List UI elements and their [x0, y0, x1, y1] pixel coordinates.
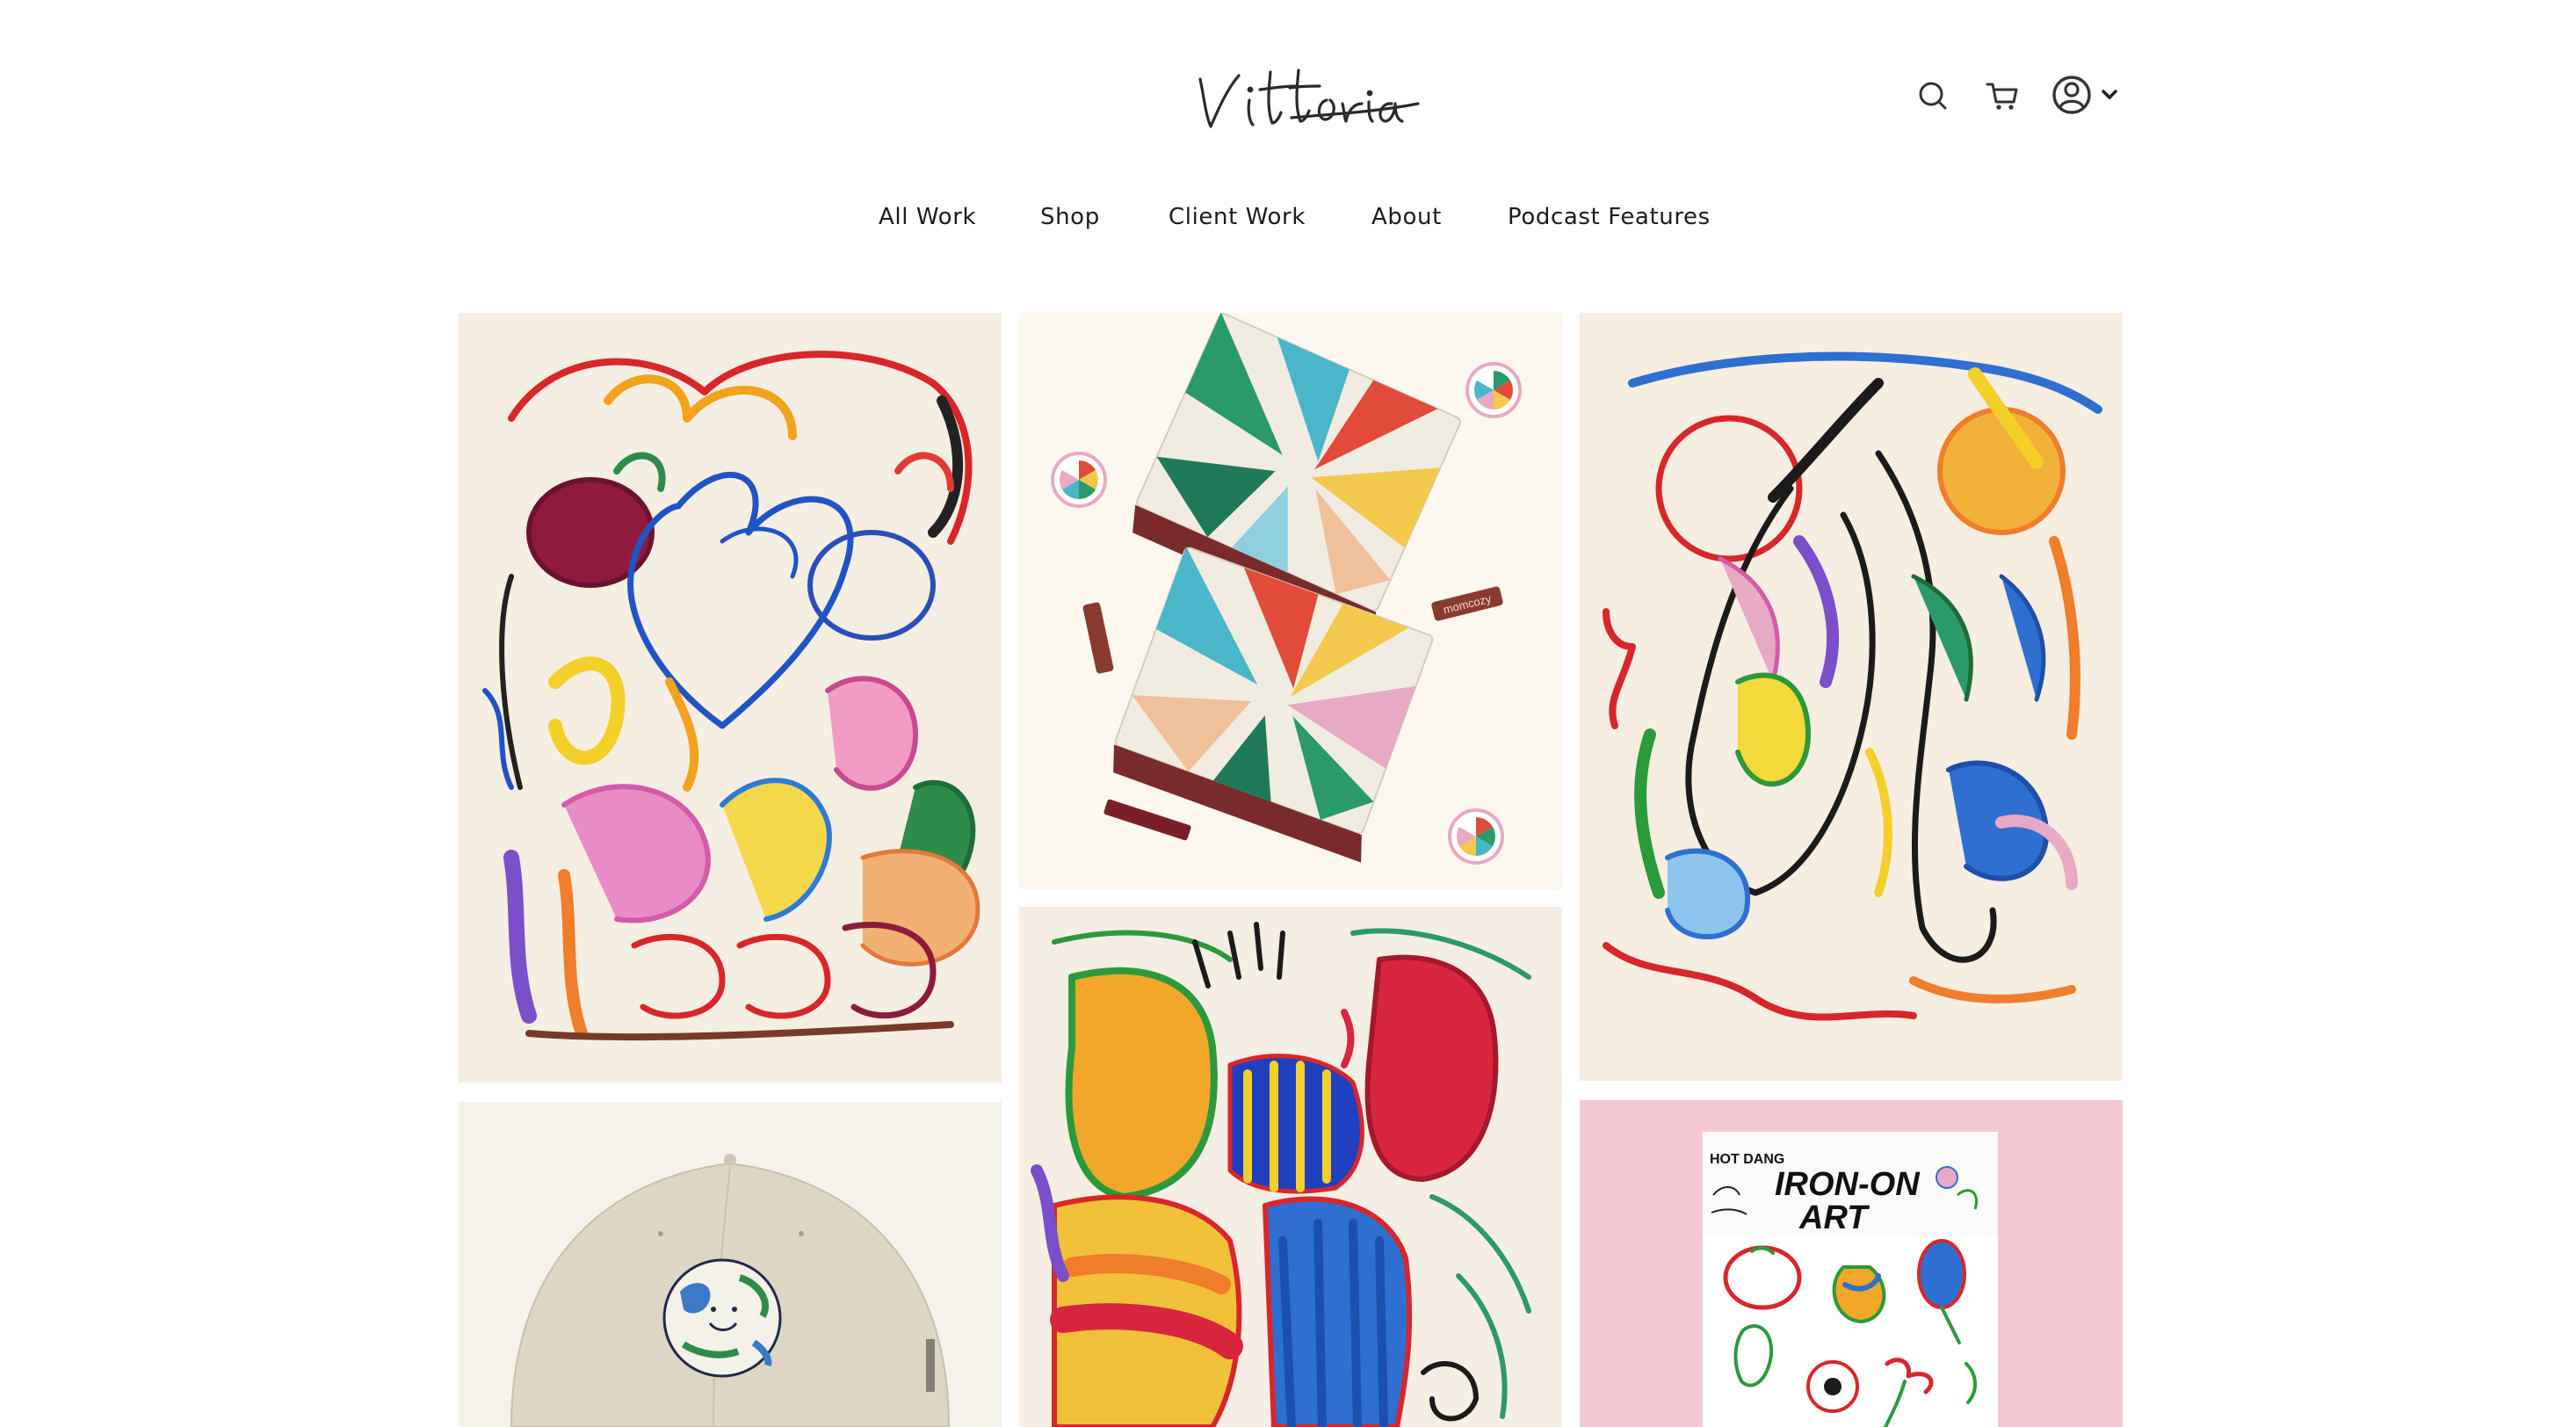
- artwork-tile-crayon-heart[interactable]: [459, 313, 1002, 1083]
- nav-item-all-work[interactable]: All Work: [879, 204, 976, 230]
- package-brand-text: HOT DANG: [1710, 1152, 1784, 1167]
- product-tile-earth-cap[interactable]: [459, 1102, 1002, 1427]
- page: All Work Shop Client Work About Podcast …: [0, 0, 2576, 1427]
- iron-on-art-image: HOT DANG IRON-ON ART: [1703, 1132, 1998, 1427]
- earth-cap-image: [510, 1154, 951, 1427]
- artwork-tile-crayon-fruit[interactable]: [1019, 907, 1562, 1427]
- product-tile-iron-on-art[interactable]: HOT DANG IRON-ON ART: [1580, 1100, 2123, 1427]
- momcozy-packaging-image: momcozy: [1051, 313, 1522, 865]
- chevron-down-icon[interactable]: [2100, 70, 2119, 120]
- artwork-tile-crayon-abstract[interactable]: [1580, 313, 2123, 1081]
- package-title-line2: ART: [1798, 1199, 1870, 1236]
- crayon-abstract-image: [1603, 351, 2102, 1021]
- logo[interactable]: [1188, 60, 1425, 139]
- search-icon[interactable]: [1915, 70, 1950, 120]
- nav-item-about[interactable]: About: [1371, 204, 1442, 230]
- cart-icon[interactable]: [1982, 70, 2021, 120]
- crayon-heart-image: [482, 351, 980, 1041]
- account-icon[interactable]: [2049, 70, 2095, 120]
- crayon-fruit-image: [1031, 922, 1531, 1427]
- package-title-line1: IRON-ON: [1775, 1166, 1921, 1203]
- main-nav: All Work Shop Client Work About Podcast …: [0, 204, 2576, 235]
- logo-signature: [1198, 69, 1420, 128]
- nav-item-podcast-features[interactable]: Podcast Features: [1508, 204, 1711, 230]
- nav-item-client-work[interactable]: Client Work: [1169, 204, 1306, 230]
- artwork-tile-momcozy-packaging[interactable]: momcozy: [1019, 313, 1562, 889]
- nav-item-shop[interactable]: Shop: [1040, 204, 1100, 230]
